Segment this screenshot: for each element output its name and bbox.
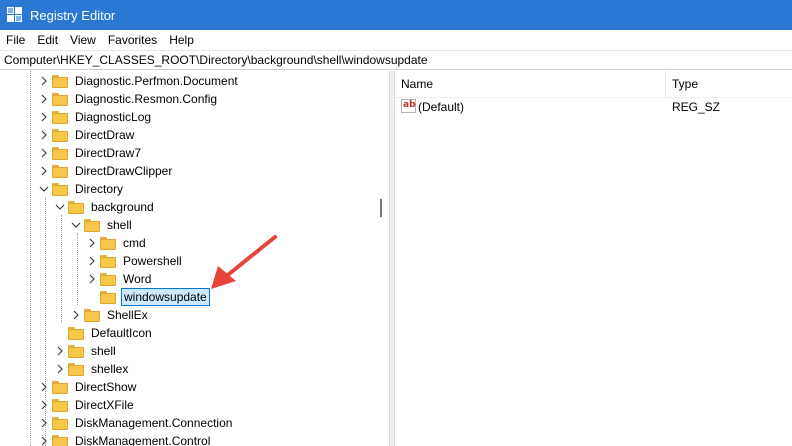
red-arrow-icon bbox=[211, 235, 277, 289]
